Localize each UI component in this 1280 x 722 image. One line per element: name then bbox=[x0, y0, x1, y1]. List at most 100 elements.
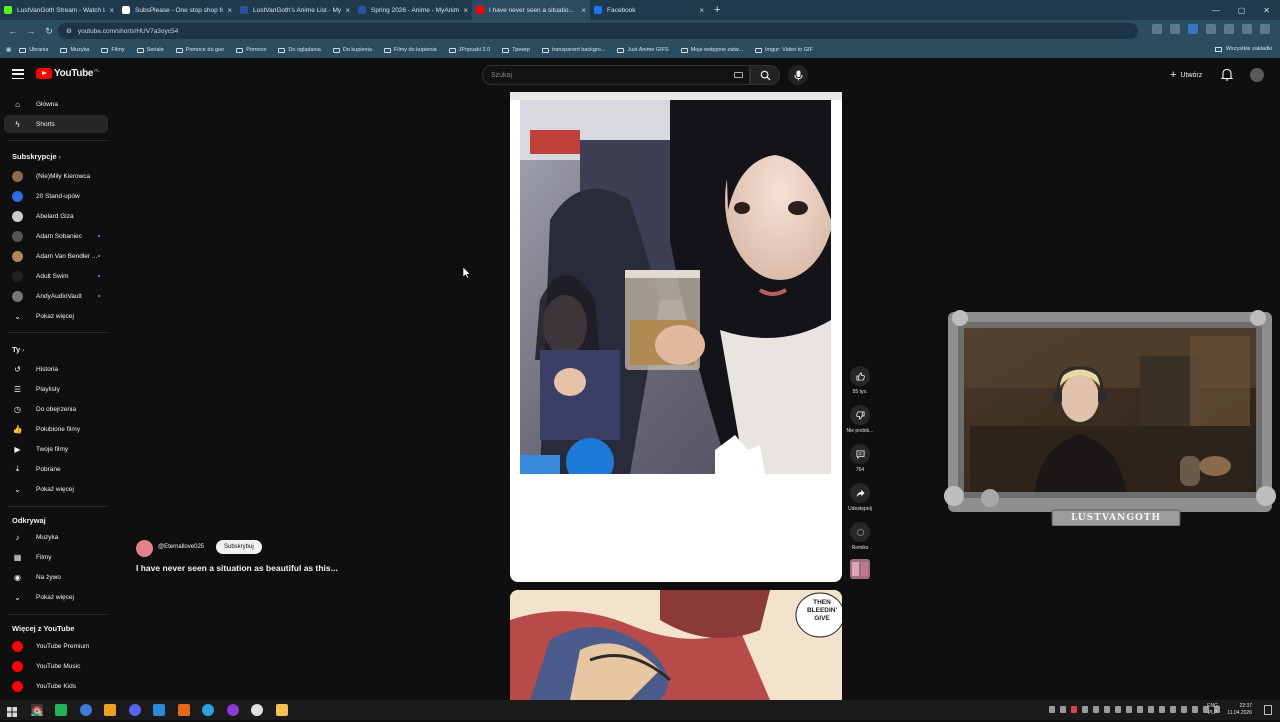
extensions-icon[interactable] bbox=[1206, 24, 1216, 34]
sidebar-item-youtube-service[interactable]: YouTube Kids bbox=[4, 677, 108, 695]
sidebar-item-youtube-service[interactable]: YouTube Premium bbox=[4, 637, 108, 655]
profile-icon[interactable] bbox=[1242, 24, 1252, 34]
browser-tab[interactable]: Facebook × bbox=[590, 0, 708, 20]
maximize-icon[interactable]: ▢ bbox=[1238, 6, 1246, 15]
sidebar-item-music[interactable]: ♪ Muzyka bbox=[4, 528, 108, 546]
clock[interactable]: 22:37 11.04.2026 bbox=[1227, 703, 1252, 717]
sound-thumbnail[interactable] bbox=[850, 559, 870, 579]
tab-close-icon[interactable]: × bbox=[109, 6, 114, 15]
sidebar-item-subscription[interactable]: Adult Swim bbox=[4, 267, 108, 285]
bookmark-item[interactable]: Imgur: Video to GIF bbox=[755, 47, 813, 53]
sidebar-item-shorts[interactable]: ϟ Shorts bbox=[4, 115, 108, 133]
tray-icon[interactable] bbox=[1181, 706, 1187, 713]
bookmark-item[interactable]: Just Anime GIFS bbox=[617, 47, 669, 53]
bookmark-item[interactable]: Moje wstępnie zatw... bbox=[680, 47, 743, 53]
tray-icon[interactable] bbox=[1192, 706, 1198, 713]
sidebar-item-subscription[interactable]: (Nie)Miły Kierowca bbox=[4, 167, 108, 185]
bookmark-star-icon[interactable] bbox=[1170, 24, 1180, 34]
browser-tab[interactable]: LustVanGoth's Anime List - My... × bbox=[236, 0, 354, 20]
tray-icon[interactable] bbox=[1170, 706, 1176, 713]
bookmark-item[interactable]: Do oglądania bbox=[278, 47, 321, 53]
short-video-frame[interactable] bbox=[520, 100, 831, 474]
tray-icon[interactable] bbox=[1049, 706, 1055, 713]
sidebar-item-download[interactable]: ⤓ Pobrane bbox=[4, 460, 108, 478]
share-button[interactable]: Udostępnij bbox=[846, 483, 874, 512]
extension-icon[interactable] bbox=[1188, 24, 1198, 34]
vlc-taskbar-icon[interactable] bbox=[178, 704, 190, 716]
tab-close-icon[interactable]: × bbox=[463, 6, 468, 15]
sidebar-item-watch-later[interactable]: ◷ Do obejrzenia bbox=[4, 400, 108, 418]
back-icon[interactable]: ← bbox=[4, 26, 22, 36]
explore-heading[interactable]: Odkrywaj bbox=[12, 516, 46, 525]
tray-icon[interactable] bbox=[1071, 706, 1077, 713]
tray-icon[interactable] bbox=[1148, 706, 1154, 713]
bookmark-item[interactable]: transparent backgro... bbox=[541, 47, 605, 53]
account-avatar[interactable] bbox=[1250, 68, 1264, 82]
keyboard-icon[interactable] bbox=[734, 72, 743, 78]
channel-name[interactable]: @Eternallove025 bbox=[158, 544, 204, 550]
bookmark-item[interactable]: JPopuski 2.0 bbox=[448, 47, 490, 53]
dislike-button[interactable]: Nie podob... bbox=[846, 405, 874, 434]
apps-icon[interactable]: ▦ bbox=[6, 47, 11, 53]
tab-close-icon[interactable]: × bbox=[345, 6, 350, 15]
close-window-icon[interactable]: ✕ bbox=[1263, 6, 1270, 15]
tab-close-icon[interactable]: × bbox=[699, 6, 704, 15]
remix-button[interactable]: Remiks bbox=[846, 522, 874, 551]
tray-icon[interactable] bbox=[1115, 706, 1121, 713]
discord-taskbar-icon[interactable] bbox=[129, 704, 141, 716]
bookmark-item[interactable]: Pomoce do gier bbox=[175, 47, 224, 53]
browser-tab[interactable]: LustVanGoth Stream - Watch Li... × bbox=[0, 0, 118, 20]
forward-icon[interactable]: → bbox=[22, 26, 40, 36]
sidebar-item-subscription[interactable]: Adam Van Bendler ... bbox=[4, 247, 108, 265]
show-more-you[interactable]: ⌄ Pokaż więcej bbox=[4, 480, 108, 498]
sidebar-item-live[interactable]: ◉ Na żywo bbox=[4, 568, 108, 586]
sidebar-item-film[interactable]: ▦ Filmy bbox=[4, 548, 108, 566]
sidebar-item-subscription[interactable]: 20 Stand-upów bbox=[4, 187, 108, 205]
windows-start-icon[interactable] bbox=[7, 704, 19, 717]
short-player[interactable] bbox=[510, 92, 842, 582]
youtube-logo[interactable]: YouTube PL bbox=[36, 68, 100, 79]
sidebar-item-subscription[interactable]: Adam Sobaniec bbox=[4, 227, 108, 245]
url-field[interactable]: ⚙ youtube.com/shorts/HUV7a3oyc54 bbox=[58, 23, 1138, 39]
menu-icon[interactable] bbox=[1260, 24, 1270, 34]
all-bookmarks[interactable]: Wszystkie zakładki bbox=[1214, 46, 1272, 52]
next-short-preview[interactable]: THEN BLEEDIN' GIVE bbox=[510, 590, 842, 700]
comments-button[interactable]: 764 bbox=[846, 444, 874, 473]
language-indicator[interactable]: ENG PLP bbox=[1207, 703, 1218, 717]
sidebar-item-history[interactable]: ↺ Historia bbox=[4, 360, 108, 378]
notification-center-icon[interactable] bbox=[1264, 705, 1272, 715]
app-taskbar-icon[interactable] bbox=[80, 704, 92, 716]
app-taskbar-icon[interactable] bbox=[251, 704, 263, 716]
sidebar-item-youtube-service[interactable]: YouTube Music bbox=[4, 657, 108, 675]
subscriptions-heading[interactable]: Subskrypcje › bbox=[12, 152, 61, 161]
browser-tab[interactable]: SubsPlease - One stop shop fo... × bbox=[118, 0, 236, 20]
tray-icon[interactable] bbox=[1060, 706, 1066, 713]
telegram-taskbar-icon[interactable] bbox=[202, 704, 214, 716]
show-more-subscriptions[interactable]: ⌄ Pokaż więcej bbox=[4, 307, 108, 325]
obs-taskbar-icon[interactable] bbox=[55, 704, 67, 716]
tray-icon[interactable] bbox=[1159, 706, 1165, 713]
browser-tab[interactable]: Spring 2026 - Anime - MyAnim... × bbox=[354, 0, 472, 20]
tray-icon[interactable] bbox=[1137, 706, 1143, 713]
tray-icon[interactable] bbox=[1082, 706, 1088, 713]
app-taskbar-icon[interactable] bbox=[104, 704, 116, 716]
more-from-youtube-heading[interactable]: Więcej z YouTube bbox=[12, 624, 74, 633]
bookmark-item[interactable]: Pomoce bbox=[236, 47, 266, 53]
sidebar-item-home[interactable]: ⌂ Główna bbox=[4, 95, 108, 113]
tray-icon[interactable] bbox=[1126, 706, 1132, 713]
bookmark-item[interactable]: Filmy bbox=[101, 47, 125, 53]
search-input[interactable]: Szukaj bbox=[482, 65, 750, 85]
subscribe-button[interactable]: Subskrybuj bbox=[216, 540, 262, 554]
like-button[interactable]: 55 tys. bbox=[846, 366, 874, 395]
tab-close-icon[interactable]: × bbox=[227, 6, 232, 15]
bookmark-item[interactable]: Muzyka bbox=[60, 47, 89, 53]
tray-icon[interactable] bbox=[1093, 706, 1099, 713]
sidebar-item-playlist[interactable]: ☰ Playlisty bbox=[4, 380, 108, 398]
you-heading[interactable]: Ty › bbox=[12, 345, 24, 354]
tab-close-icon[interactable]: × bbox=[581, 6, 586, 15]
app-taskbar-icon[interactable] bbox=[153, 704, 165, 716]
sidebar-item-subscription[interactable]: AndyAudioVault bbox=[4, 287, 108, 305]
channel-avatar[interactable] bbox=[136, 540, 153, 557]
bookmark-item[interactable]: Трекер bbox=[502, 47, 530, 53]
downloads-icon[interactable] bbox=[1224, 24, 1234, 34]
